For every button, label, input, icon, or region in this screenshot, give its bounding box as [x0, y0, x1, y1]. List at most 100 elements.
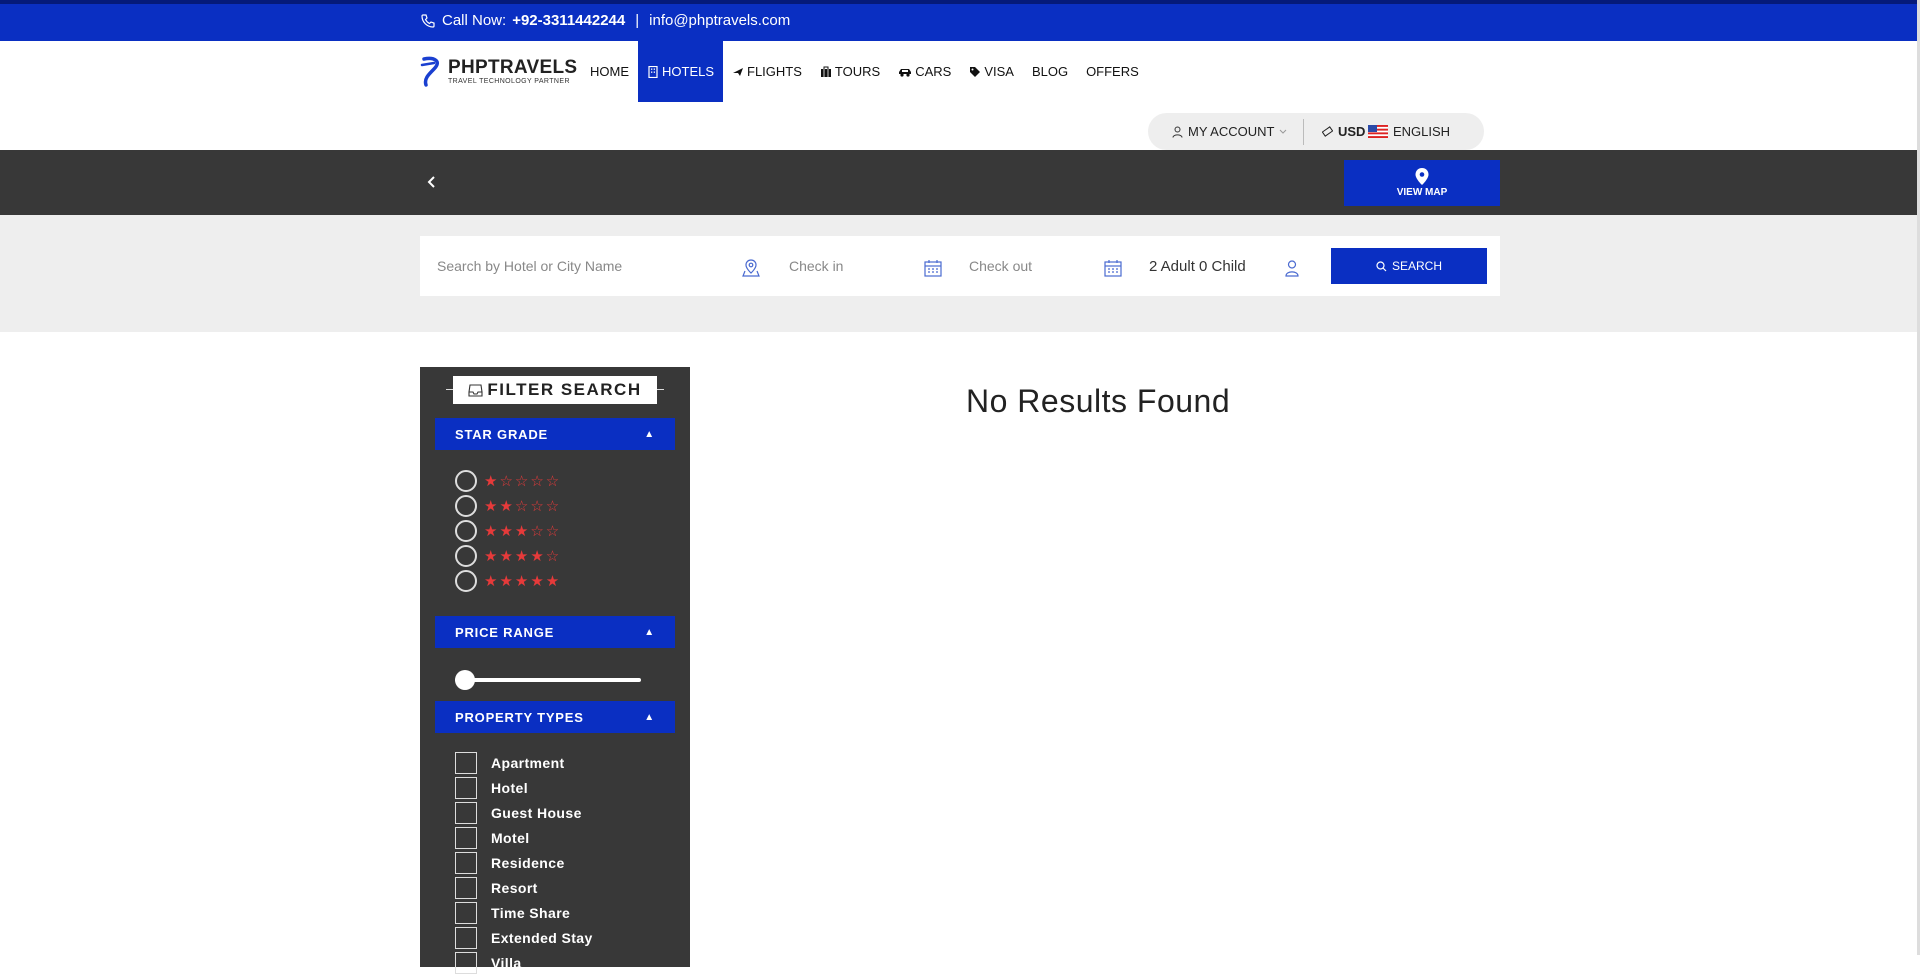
checkbox[interactable] — [455, 927, 477, 949]
slider-track[interactable] — [455, 678, 641, 682]
checkbox[interactable] — [455, 802, 477, 824]
checkbox[interactable] — [455, 877, 477, 899]
property-type-option[interactable]: Extended Stay — [455, 927, 593, 949]
location-icon — [742, 259, 760, 277]
email-link[interactable]: info@phptravels.com — [649, 12, 790, 29]
calendar-icon[interactable] — [924, 259, 942, 277]
nav-home[interactable]: HOME — [581, 41, 638, 102]
star-rating-icon: ★★★☆☆ — [484, 523, 562, 540]
nav-offers[interactable]: OFFERS — [1077, 41, 1148, 102]
property-type-option[interactable]: Time Share — [455, 902, 570, 924]
property-type-label: Extended Stay — [491, 930, 593, 946]
phone-icon — [421, 13, 435, 28]
property-type-option[interactable]: Hotel — [455, 777, 528, 799]
map-pin-icon — [1415, 168, 1429, 185]
language-label: ENGLISH — [1393, 124, 1451, 139]
nav-tours-label: TOURS — [834, 64, 881, 79]
my-account-label: MY ACCOUNT — [1188, 124, 1275, 139]
radio-button[interactable] — [455, 570, 477, 592]
checkin-input[interactable]: Check in — [789, 236, 919, 296]
property-type-option[interactable]: Motel — [455, 827, 530, 849]
car-icon — [899, 68, 912, 77]
my-account-dropdown[interactable]: MY ACCOUNT — [1148, 124, 1303, 139]
nav-blog[interactable]: BLOG — [1023, 41, 1077, 102]
logo-name: PHPTRAVELS — [448, 56, 578, 78]
user-icon — [1172, 126, 1183, 138]
property-type-option[interactable]: Apartment — [455, 752, 565, 774]
radio-button[interactable] — [455, 470, 477, 492]
radio-button[interactable] — [455, 545, 477, 567]
property-type-label: Motel — [491, 830, 530, 846]
calendar-icon[interactable] — [1104, 259, 1122, 277]
star-grade-label: STAR GRADE — [455, 426, 548, 442]
property-type-label: Apartment — [491, 755, 565, 771]
property-type-option[interactable]: Villa — [455, 952, 522, 974]
search-form: Search by Hotel or City Name Check in Ch… — [420, 236, 1500, 296]
filter-sidebar: FILTER SEARCH STAR GRADE ▲ ★☆☆☆☆ ★★☆☆☆ ★… — [420, 367, 690, 974]
nav-visa-label: VISA — [984, 64, 1014, 79]
call-label: Call Now: — [442, 12, 507, 29]
checkbox[interactable] — [455, 952, 477, 974]
nav-cars[interactable]: CARS — [889, 41, 960, 102]
separator: | — [635, 12, 640, 29]
search-section: Search by Hotel or City Name Check in Ch… — [0, 215, 1920, 332]
language-selector[interactable]: ENGLISH — [1368, 124, 1450, 139]
nav-flights-label: FLIGHTS — [747, 64, 802, 79]
header: PHPTRAVELS TRAVEL TECHNOLOGY PARTNER HOM… — [0, 41, 1920, 150]
property-type-option[interactable]: Guest House — [455, 802, 582, 824]
star-option-5[interactable]: ★★★★★ — [455, 570, 561, 592]
radio-button[interactable] — [455, 520, 477, 542]
property-type-label: Time Share — [491, 905, 571, 921]
guests-selector[interactable]: 2 Adult 0 Child — [1149, 236, 1269, 296]
star-option-3[interactable]: ★★★☆☆ — [455, 520, 561, 542]
tag-icon — [970, 66, 981, 77]
caret-up-icon: ▲ — [644, 626, 655, 638]
star-option-1[interactable]: ★☆☆☆☆ — [455, 470, 561, 492]
property-type-label: Resort — [491, 880, 538, 896]
destination-input[interactable]: Search by Hotel or City Name — [437, 236, 737, 296]
checkbox[interactable] — [455, 852, 477, 874]
main-nav: HOME HOTELS FLIGHTS TOURS CARS VISA BLOG… — [581, 41, 1148, 102]
checkbox[interactable] — [455, 902, 477, 924]
nav-flights[interactable]: FLIGHTS — [723, 41, 811, 102]
star-option-4[interactable]: ★★★★☆ — [455, 545, 561, 567]
star-rating-icon: ★★☆☆☆ — [484, 498, 562, 515]
nav-visa[interactable]: VISA — [960, 41, 1023, 102]
price-range-label: PRICE RANGE — [455, 624, 555, 640]
property-type-label: Villa — [491, 955, 522, 971]
radio-button[interactable] — [455, 495, 477, 517]
checkbox[interactable] — [455, 827, 477, 849]
checkbox[interactable] — [455, 752, 477, 774]
price-range-slider[interactable] — [455, 670, 641, 690]
checkbox[interactable] — [455, 777, 477, 799]
slider-handle[interactable] — [455, 670, 475, 690]
nav-home-label: HOME — [590, 64, 629, 79]
star-grade-header[interactable]: STAR GRADE ▲ — [435, 418, 675, 450]
currency-selector[interactable]: USD — [1304, 124, 1368, 139]
currency-label: USD — [1338, 124, 1366, 139]
price-range-header[interactable]: PRICE RANGE ▲ — [435, 616, 675, 648]
chevron-down-icon — [1280, 129, 1287, 134]
checkout-input[interactable]: Check out — [969, 236, 1099, 296]
plane-icon — [733, 67, 744, 76]
search-icon — [1376, 260, 1387, 271]
chevron-left-icon[interactable] — [424, 170, 438, 194]
view-map-button[interactable]: VIEW MAP — [1344, 160, 1500, 206]
search-button[interactable]: SEARCH — [1331, 248, 1487, 284]
nav-tours[interactable]: TOURS — [811, 41, 889, 102]
nav-hotels[interactable]: HOTELS — [638, 41, 724, 102]
property-type-label: Hotel — [491, 780, 528, 796]
phone-number[interactable]: +92-3311442244 — [512, 12, 625, 29]
user-icon[interactable] — [1283, 259, 1301, 277]
star-option-2[interactable]: ★★☆☆☆ — [455, 495, 561, 517]
property-types-header[interactable]: PROPERTY TYPES ▲ — [435, 701, 675, 733]
filter-title-label: FILTER SEARCH — [487, 380, 642, 399]
nav-offers-label: OFFERS — [1086, 64, 1139, 79]
property-type-option[interactable]: Residence — [455, 852, 565, 874]
property-type-label: Residence — [491, 855, 565, 871]
property-type-option[interactable]: Resort — [455, 877, 538, 899]
contact-info: Call Now: +92-3311442244 | info@phptrave… — [420, 12, 790, 29]
property-types-label: PROPERTY TYPES — [455, 709, 584, 725]
account-bar: MY ACCOUNT USD ENGLISH — [1148, 113, 1484, 150]
logo[interactable]: PHPTRAVELS TRAVEL TECHNOLOGY PARTNER — [420, 55, 577, 87]
